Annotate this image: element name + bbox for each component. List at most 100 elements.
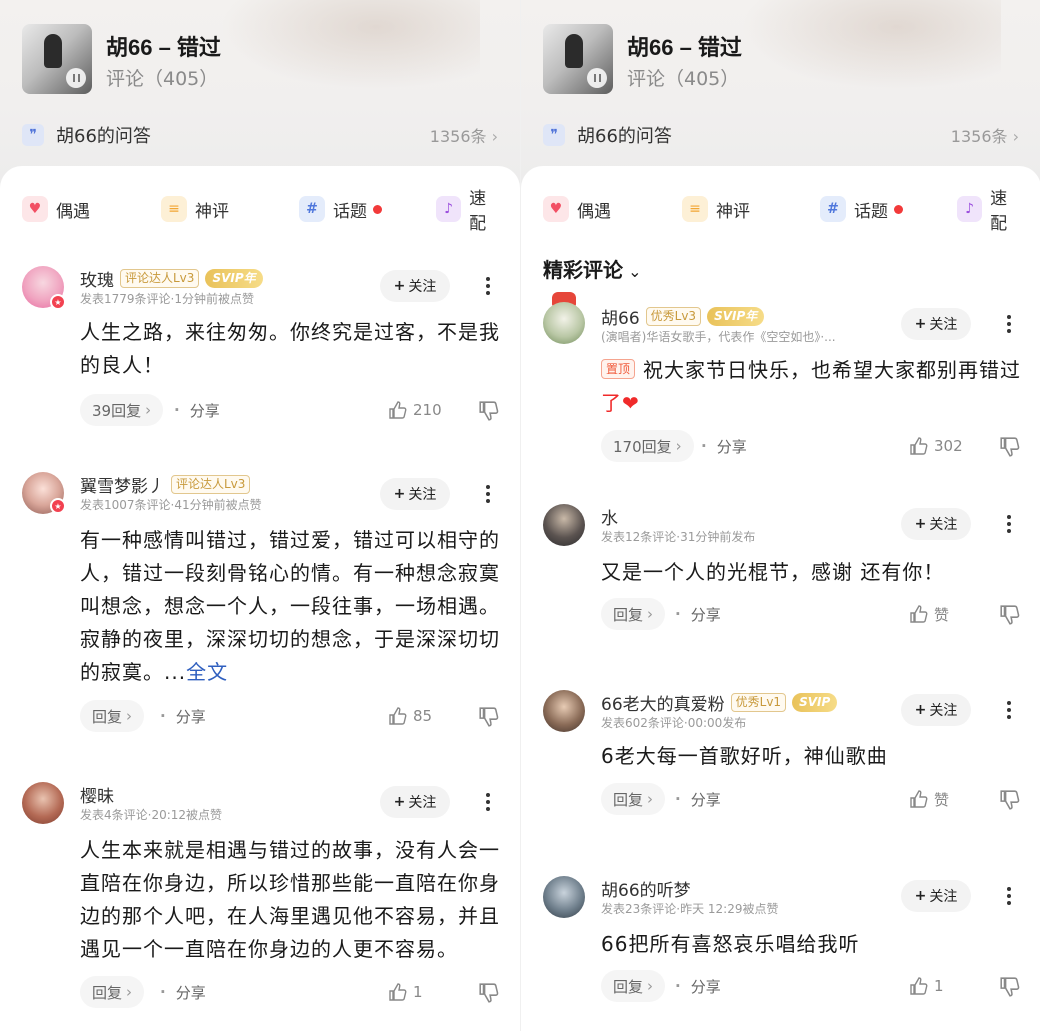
comment-line: 又是一个人的光棍节，感谢 还有你！ <box>601 560 945 584</box>
like-button[interactable]: 赞 <box>909 783 949 815</box>
svip-badge: SVIP <box>792 693 838 712</box>
comment-user-row: 水 <box>601 504 618 529</box>
chip-top-comments[interactable]: ≡ 神评 <box>682 194 750 224</box>
username[interactable]: 胡66的听梦 <box>601 876 691 901</box>
share-button[interactable]: 分享 <box>701 430 747 462</box>
more-options-icon[interactable] <box>478 270 498 302</box>
artist-qa-row[interactable]: ❞ 胡66的问答 1356条 <box>543 121 1019 149</box>
artist-qa-row[interactable]: ❞ 胡66的问答 1356条 <box>22 121 498 149</box>
like-count: 赞 <box>934 605 950 624</box>
like-button[interactable]: 85 <box>388 700 432 732</box>
thumbs-down-icon[interactable] <box>478 706 500 728</box>
chip-match[interactable]: ♪ 速配 <box>436 189 502 234</box>
share-button[interactable]: 分享 <box>675 970 721 1002</box>
chip-label: 速配 <box>990 189 1008 234</box>
avatar[interactable] <box>543 690 585 732</box>
more-options-icon[interactable] <box>999 880 1019 912</box>
reply-button[interactable]: 回复 <box>601 598 666 630</box>
comment-line: 边的那个人吧，在人海里遇见他不容易，并且 <box>80 904 500 928</box>
follow-button[interactable]: 关注 <box>901 308 971 340</box>
reply-button[interactable]: 39回复 <box>80 394 164 426</box>
chip-encounter[interactable]: ♥ 偶遇 <box>543 194 611 224</box>
reply-button[interactable]: 170回复 <box>601 430 694 462</box>
chip-topics[interactable]: # 话题 <box>820 194 903 224</box>
comment-text: 66把所有喜怒哀乐唱给我听 <box>601 928 1021 961</box>
reply-button[interactable]: 回复 <box>80 976 145 1008</box>
more-options-icon[interactable] <box>478 478 498 510</box>
follow-button[interactable]: 关注 <box>901 508 971 540</box>
avatar[interactable] <box>543 504 585 546</box>
qa-count: 1356条 <box>951 123 1019 147</box>
pause-icon[interactable] <box>587 68 607 88</box>
like-button[interactable]: 302 <box>909 430 963 462</box>
qa-label: 胡66的问答 <box>56 126 151 147</box>
music-note-icon: ♪ <box>436 196 462 222</box>
chip-encounter[interactable]: ♥ 偶遇 <box>22 194 90 224</box>
thumbs-down-icon[interactable] <box>999 976 1021 998</box>
share-button[interactable]: 分享 <box>174 394 220 426</box>
avatar[interactable] <box>22 782 64 824</box>
comment-count: 评论（405） <box>106 68 219 90</box>
chip-label: 话题 <box>854 201 888 222</box>
like-count: 1 <box>934 977 944 995</box>
more-options-icon[interactable] <box>999 308 1019 340</box>
cover-figure <box>44 34 62 68</box>
like-button[interactable]: 210 <box>388 394 442 426</box>
read-more-link[interactable]: 全文 <box>186 660 228 684</box>
like-button[interactable]: 1 <box>388 976 423 1008</box>
hash-icon: # <box>820 196 846 222</box>
username[interactable]: 胡66 <box>601 304 640 329</box>
username[interactable]: 水 <box>601 504 618 529</box>
chip-top-comments[interactable]: ≡ 神评 <box>161 194 229 224</box>
section-title-dropdown[interactable]: 精彩评论 <box>543 254 642 283</box>
share-button[interactable]: 分享 <box>160 700 206 732</box>
share-button[interactable]: 分享 <box>675 598 721 630</box>
pause-icon[interactable] <box>66 68 86 88</box>
share-button[interactable]: 分享 <box>675 783 721 815</box>
thumbs-up-icon <box>910 790 928 808</box>
comment-user-row: 玫瑰 评论达人Lv3 SVIP年 <box>80 266 263 291</box>
username[interactable]: 玫瑰 <box>80 266 114 291</box>
comment-line: 66把所有喜怒哀乐唱给我听 <box>601 932 860 956</box>
chip-topics[interactable]: # 话题 <box>299 194 382 224</box>
follow-button[interactable]: 关注 <box>380 478 450 510</box>
follow-button[interactable]: 关注 <box>380 270 450 302</box>
comment-user-row: 66老大的真爱粉 优秀Lv1 SVIP <box>601 690 838 715</box>
reply-button[interactable]: 回复 <box>601 783 666 815</box>
comment-meta: 发表12条评论·31分钟前发布 <box>601 530 756 544</box>
more-options-icon[interactable] <box>999 694 1019 726</box>
comment-text: 人生本来就是相遇与错过的故事，没有人会一 直陪在你身边，所以珍惜那些能一直陪在你… <box>80 834 500 966</box>
like-button[interactable]: 赞 <box>909 598 949 630</box>
reply-button[interactable]: 回复 <box>601 970 666 1002</box>
username[interactable]: 樱昧 <box>80 782 114 807</box>
album-cover[interactable] <box>22 24 92 94</box>
left-comments-panel: 胡66 – 错过 评论（405） ❞ 胡66的问答 1356条 ♥ 偶遇 ≡ 神… <box>0 0 520 1031</box>
comment-text: 6老大每一首歌好听，神仙歌曲 <box>601 740 1021 773</box>
share-button[interactable]: 分享 <box>160 976 206 1008</box>
follow-button[interactable]: 关注 <box>901 694 971 726</box>
thumbs-down-icon[interactable] <box>478 982 500 1004</box>
quote-mark-icon: ❞ <box>543 124 565 146</box>
comment-meta: 发表23条评论·昨天 12:29被点赞 <box>601 902 779 916</box>
notification-dot <box>373 204 382 214</box>
thumbs-down-icon[interactable] <box>999 789 1021 811</box>
follow-button[interactable]: 关注 <box>380 786 450 818</box>
qa-label: 胡66的问答 <box>577 126 672 147</box>
more-options-icon[interactable] <box>478 786 498 818</box>
thumbs-down-icon[interactable] <box>478 400 500 422</box>
avatar[interactable] <box>543 302 585 344</box>
chip-match[interactable]: ♪ 速配 <box>957 189 1023 234</box>
follow-button[interactable]: 关注 <box>901 880 971 912</box>
album-cover[interactable] <box>543 24 613 94</box>
avatar[interactable] <box>543 876 585 918</box>
svip-badge: SVIP年 <box>205 269 263 288</box>
thumbs-down-icon[interactable] <box>999 604 1021 626</box>
like-button[interactable]: 1 <box>909 970 944 1002</box>
thumbs-down-icon[interactable] <box>999 436 1021 458</box>
username[interactable]: 翼雪梦影丿 <box>80 472 165 497</box>
like-count: 85 <box>413 707 433 725</box>
comment-line: 人，错过一段刻骨铭心的情。有一种想念寂寞 <box>80 561 500 585</box>
reply-button[interactable]: 回复 <box>80 700 145 732</box>
more-options-icon[interactable] <box>999 508 1019 540</box>
username[interactable]: 66老大的真爱粉 <box>601 690 725 715</box>
